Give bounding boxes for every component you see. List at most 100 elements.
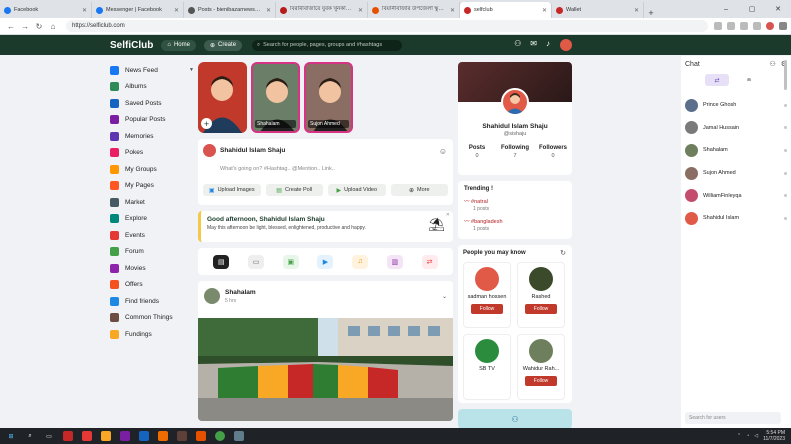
suggestion-name[interactable]: sadman hossen: [464, 294, 510, 300]
follow-button[interactable]: Follow: [471, 304, 503, 314]
browser-tab[interactable]: selfclub ✕: [460, 2, 552, 18]
trending-tag[interactable]: 〰 #bangladesh: [464, 217, 566, 225]
task-view-icon[interactable]: ▭: [44, 431, 54, 441]
add-story-card[interactable]: +: [198, 62, 247, 133]
post-author[interactable]: Shahalam: [225, 289, 256, 296]
app-icon[interactable]: [158, 431, 168, 441]
stat-following[interactable]: Following 7: [496, 145, 534, 159]
extension-icon[interactable]: [714, 22, 722, 30]
sidebar-item[interactable]: Events: [110, 227, 194, 244]
avatar[interactable]: [560, 39, 572, 51]
files-icon[interactable]: ▥: [386, 254, 403, 269]
sidebar-item[interactable]: My Pages: [110, 178, 194, 195]
suggestion-card[interactable]: SB TV: [463, 334, 511, 400]
close-tab-icon[interactable]: ✕: [358, 7, 363, 14]
app-icon[interactable]: [234, 431, 244, 441]
chevron-down-icon[interactable]: ⌄: [442, 293, 447, 300]
post-text-input[interactable]: What's going on? #Hashtag.. @Mention.. L…: [220, 166, 448, 172]
chat-search-input[interactable]: Search for users: [685, 412, 781, 424]
sidebar-item[interactable]: Find friends: [110, 293, 194, 310]
avatar[interactable]: [529, 339, 553, 363]
profile-icon[interactable]: [766, 22, 774, 30]
back-icon[interactable]: ←: [4, 22, 18, 31]
sidebar-item[interactable]: Explore: [110, 211, 194, 228]
text-posts-icon[interactable]: ▭: [248, 254, 265, 269]
create-poll-button[interactable]: ▤ Create Poll: [265, 184, 323, 196]
close-tab-icon[interactable]: ✕: [82, 7, 87, 14]
post-image[interactable]: [198, 318, 453, 421]
browser-tab[interactable]: Posts - bienibazarnews24 — WordPress✕: [184, 2, 276, 18]
sidebar-item[interactable]: Market: [110, 194, 194, 211]
suggestion-card[interactable]: sadman hossen Follow: [463, 262, 511, 328]
more-button[interactable]: ⊕ More: [390, 184, 448, 196]
home-icon[interactable]: ⌂: [46, 22, 60, 31]
reload-icon[interactable]: ↻: [32, 22, 46, 31]
upload-images-button[interactable]: ▣ Upload Images: [203, 184, 261, 196]
extension-icon[interactable]: [727, 22, 735, 30]
new-chat-icon[interactable]: ⚇: [769, 60, 775, 68]
avatar[interactable]: [204, 288, 220, 304]
music-icon[interactable]: ♫: [352, 254, 369, 269]
forward-icon[interactable]: →: [18, 22, 32, 31]
tab-users[interactable]: ⇄: [705, 74, 729, 86]
app-icon[interactable]: [177, 431, 187, 441]
browser-tab[interactable]: Facebook ✕: [0, 2, 92, 18]
sidebar-item[interactable]: Forum: [110, 244, 194, 261]
app-icon[interactable]: [101, 431, 111, 441]
follow-button[interactable]: Follow: [525, 376, 557, 386]
story-card[interactable]: Shahalam: [251, 62, 300, 133]
chat-user[interactable]: WilliamFinleyqa: [681, 184, 791, 207]
trending-tag[interactable]: 〰 #natral: [464, 197, 566, 205]
chevron-up-icon[interactable]: ⌃: [737, 433, 741, 439]
close-tab-icon[interactable]: ✕: [634, 7, 639, 14]
site-logo[interactable]: SelfiClub: [110, 40, 153, 51]
messages-icon[interactable]: ✉: [530, 39, 537, 48]
shares-icon[interactable]: ⇄: [421, 254, 438, 269]
sidebar-item[interactable]: Saved Posts: [110, 95, 194, 112]
menu-icon[interactable]: [779, 22, 787, 30]
app-icon[interactable]: [139, 431, 149, 441]
network-icon[interactable]: ◔: [746, 433, 749, 439]
close-tab-icon[interactable]: ✕: [450, 7, 455, 14]
extension-icon[interactable]: [753, 22, 761, 30]
app-icon[interactable]: [63, 431, 73, 441]
sidebar-item[interactable]: Common Things: [110, 310, 194, 327]
suggestion-name[interactable]: Wahidur Rah...: [518, 366, 564, 372]
stat-posts[interactable]: Posts 0: [458, 145, 496, 159]
plus-icon[interactable]: +: [201, 118, 212, 129]
close-window-icon[interactable]: ✕: [765, 5, 791, 13]
sidebar-item[interactable]: News Feed ▼: [110, 62, 194, 79]
minimize-icon[interactable]: –: [713, 6, 739, 13]
avatar[interactable]: [475, 339, 499, 363]
sidebar-item[interactable]: Pokes: [110, 145, 194, 162]
notifications-icon[interactable]: ♪: [546, 39, 550, 48]
avatar[interactable]: [475, 267, 499, 291]
photos-icon[interactable]: ▣: [282, 254, 299, 269]
chat-user[interactable]: Prince Ghosh: [681, 94, 791, 117]
groups-card[interactable]: ⚇: [458, 409, 572, 429]
search-icon[interactable]: ⌕: [25, 431, 35, 441]
sidebar-item[interactable]: Fundings: [110, 326, 194, 343]
all-posts-icon[interactable]: ▤: [213, 254, 230, 269]
close-icon[interactable]: ✕: [446, 212, 450, 218]
app-icon[interactable]: [82, 431, 92, 441]
upload-video-button[interactable]: ▶ Upload Video: [328, 184, 386, 196]
chrome-icon[interactable]: [215, 431, 225, 441]
extension-icon[interactable]: [740, 22, 748, 30]
app-icon[interactable]: [120, 431, 130, 441]
browser-tab[interactable]: বিরামীবাজারে যুবক খুনকাণ্ডে পাঁচ✕: [276, 2, 368, 18]
sidebar-item[interactable]: Offers: [110, 277, 194, 294]
sidebar-item[interactable]: Memories: [110, 128, 194, 145]
chevron-down-icon[interactable]: ▼: [189, 67, 194, 73]
follow-button[interactable]: Follow: [525, 304, 557, 314]
videos-icon[interactable]: ▶: [317, 254, 334, 269]
sidebar-item[interactable]: Popular Posts: [110, 112, 194, 129]
home-button[interactable]: ⌂ Home: [161, 39, 196, 51]
close-tab-icon[interactable]: ✕: [174, 7, 179, 14]
close-tab-icon[interactable]: ✕: [542, 7, 547, 14]
emoji-icon[interactable]: ☺: [439, 147, 447, 156]
clock[interactable]: 5:54 PM 11/7/2023: [763, 430, 785, 442]
add-friend-icon[interactable]: ⚇: [514, 39, 521, 48]
maximize-icon[interactable]: ▢: [739, 5, 765, 13]
close-tab-icon[interactable]: ✕: [266, 7, 271, 14]
